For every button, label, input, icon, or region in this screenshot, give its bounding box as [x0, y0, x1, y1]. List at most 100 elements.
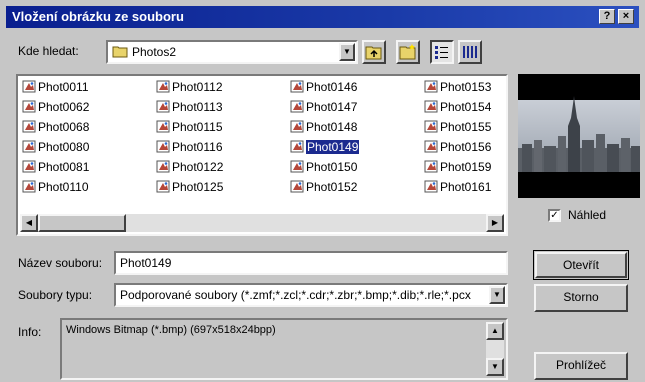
horizontal-scrollbar[interactable]: ◀ ▶ — [20, 214, 504, 232]
preview-checkbox[interactable]: ✓ — [548, 209, 561, 222]
file-item-name: Phot0153 — [440, 80, 492, 94]
scroll-left-arrow[interactable]: ◀ — [20, 214, 38, 232]
skyline-thumbnail — [518, 74, 640, 198]
file-item[interactable]: Phot0152 — [290, 178, 357, 196]
file-list[interactable]: Phot0011 Phot0062 Phot0068 Phot0080 Phot0081… — [16, 74, 508, 236]
image-file-icon — [424, 178, 440, 196]
file-item-name: Phot0115 — [172, 120, 223, 134]
preview-checkbox-label: Náhled — [568, 208, 607, 222]
file-item-name: Phot0080 — [38, 140, 90, 154]
look-in-combo[interactable]: Photos2 ▼ — [106, 40, 358, 64]
details-view-button[interactable] — [458, 40, 482, 64]
info-scroll-down[interactable]: ▼ — [486, 358, 504, 376]
file-item-name: Phot0125 — [172, 180, 224, 194]
file-item[interactable]: Phot0110 — [22, 178, 89, 196]
close-button[interactable]: × — [618, 9, 634, 24]
open-button-frame: Otevřít — [533, 250, 629, 280]
info-box: Windows Bitmap (*.bmp) (697x518x24bpp) ▲… — [60, 318, 508, 380]
image-file-icon — [290, 158, 306, 176]
file-item[interactable]: Phot0161 — [424, 178, 491, 196]
file-item-name: Phot0150 — [306, 160, 358, 174]
look-in-label: Kde hledat: — [18, 44, 79, 58]
file-type-dropdown-arrow[interactable]: ▼ — [489, 286, 505, 304]
file-item-name: Phot0081 — [38, 160, 90, 174]
file-item[interactable]: Phot0122 — [156, 158, 223, 176]
file-item[interactable]: Phot0115 — [156, 118, 223, 136]
file-item-name: Phot0116 — [172, 140, 223, 154]
file-item-name: Phot0062 — [38, 100, 90, 114]
info-label: Info: — [18, 325, 42, 339]
file-item-name: Phot0152 — [306, 180, 358, 194]
file-item-name: Phot0110 — [38, 180, 89, 194]
list-view-icon — [435, 46, 448, 59]
open-button[interactable]: Otevřít — [535, 252, 627, 278]
info-text: Windows Bitmap (*.bmp) (697x518x24bpp) — [66, 324, 276, 336]
file-item[interactable]: Phot0155 — [424, 118, 491, 136]
file-item-name: Phot0155 — [440, 120, 492, 134]
file-item[interactable]: Phot0112 — [156, 78, 223, 96]
file-item[interactable]: Phot0081 — [22, 158, 89, 176]
info-scroll-up[interactable]: ▲ — [486, 322, 504, 340]
file-name-input[interactable]: Phot0149 — [114, 251, 508, 275]
file-item[interactable]: Phot0149 — [290, 138, 361, 156]
file-item[interactable]: Phot0147 — [290, 98, 357, 116]
file-item[interactable]: Phot0154 — [424, 98, 491, 116]
file-name-label: Název souboru: — [18, 256, 103, 270]
file-item[interactable]: Phot0062 — [22, 98, 89, 116]
image-file-icon — [156, 118, 172, 136]
file-name-value: Phot0149 — [120, 256, 172, 270]
file-item[interactable]: Phot0159 — [424, 158, 491, 176]
file-type-combo[interactable]: Podporované soubory (*.zmf;*.zcl;*.cdr;*… — [114, 283, 508, 307]
image-file-icon — [290, 118, 306, 136]
file-item[interactable]: Phot0148 — [290, 118, 357, 136]
file-item-name: Phot0156 — [440, 140, 492, 154]
help-button[interactable]: ? — [599, 9, 615, 24]
file-item-name: Phot0122 — [172, 160, 224, 174]
image-file-icon — [424, 98, 440, 116]
file-item[interactable]: Phot0125 — [156, 178, 223, 196]
file-item-name: Phot0011 — [38, 80, 89, 94]
look-in-value: Photos2 — [132, 45, 177, 59]
file-item-name: Phot0149 — [304, 139, 361, 155]
image-file-icon — [156, 158, 172, 176]
file-item[interactable]: Phot0116 — [156, 138, 223, 156]
image-file-icon — [156, 178, 172, 196]
up-folder-button[interactable] — [362, 40, 386, 64]
image-file-icon — [156, 98, 172, 116]
image-file-icon — [156, 138, 172, 156]
file-item[interactable]: Phot0150 — [290, 158, 357, 176]
file-item-name: Phot0113 — [172, 100, 223, 114]
file-item[interactable]: Phot0153 — [424, 78, 491, 96]
new-folder-icon — [399, 44, 416, 60]
image-file-icon — [424, 138, 440, 156]
image-file-icon — [22, 118, 38, 136]
cancel-button[interactable]: Storno — [534, 284, 628, 312]
file-item[interactable]: Phot0113 — [156, 98, 223, 116]
look-in-dropdown-arrow[interactable]: ▼ — [339, 43, 355, 61]
dialog-title: Vložení obrázku ze souboru — [12, 9, 184, 24]
image-file-icon — [290, 178, 306, 196]
scroll-thumb[interactable] — [38, 214, 126, 232]
file-item[interactable]: Phot0068 — [22, 118, 89, 136]
file-item[interactable]: Phot0156 — [424, 138, 491, 156]
file-item-name: Phot0112 — [172, 80, 223, 94]
scroll-right-arrow[interactable]: ▶ — [486, 214, 504, 232]
new-folder-button[interactable] — [396, 40, 420, 64]
image-file-icon — [22, 78, 38, 96]
browser-button[interactable]: Prohlížeč — [534, 352, 628, 380]
file-item-name: Phot0161 — [440, 180, 492, 194]
up-folder-icon — [365, 46, 382, 60]
open-picture-dialog: Vložení obrázku ze souboru ? × Kde hleda… — [0, 0, 645, 382]
image-file-icon — [290, 78, 306, 96]
image-file-icon — [156, 78, 172, 96]
file-type-value: Podporované soubory (*.zmf;*.zcl;*.cdr;*… — [120, 288, 471, 302]
file-item[interactable]: Phot0146 — [290, 78, 357, 96]
file-item[interactable]: Phot0080 — [22, 138, 89, 156]
list-view-button[interactable] — [430, 40, 454, 64]
folder-icon — [112, 45, 128, 58]
file-item[interactable]: Phot0011 — [22, 78, 89, 96]
image-file-icon — [22, 138, 38, 156]
details-view-icon — [463, 46, 477, 58]
file-type-label: Soubory typu: — [18, 288, 93, 302]
info-scrollbar[interactable]: ▲ ▼ — [486, 322, 504, 376]
